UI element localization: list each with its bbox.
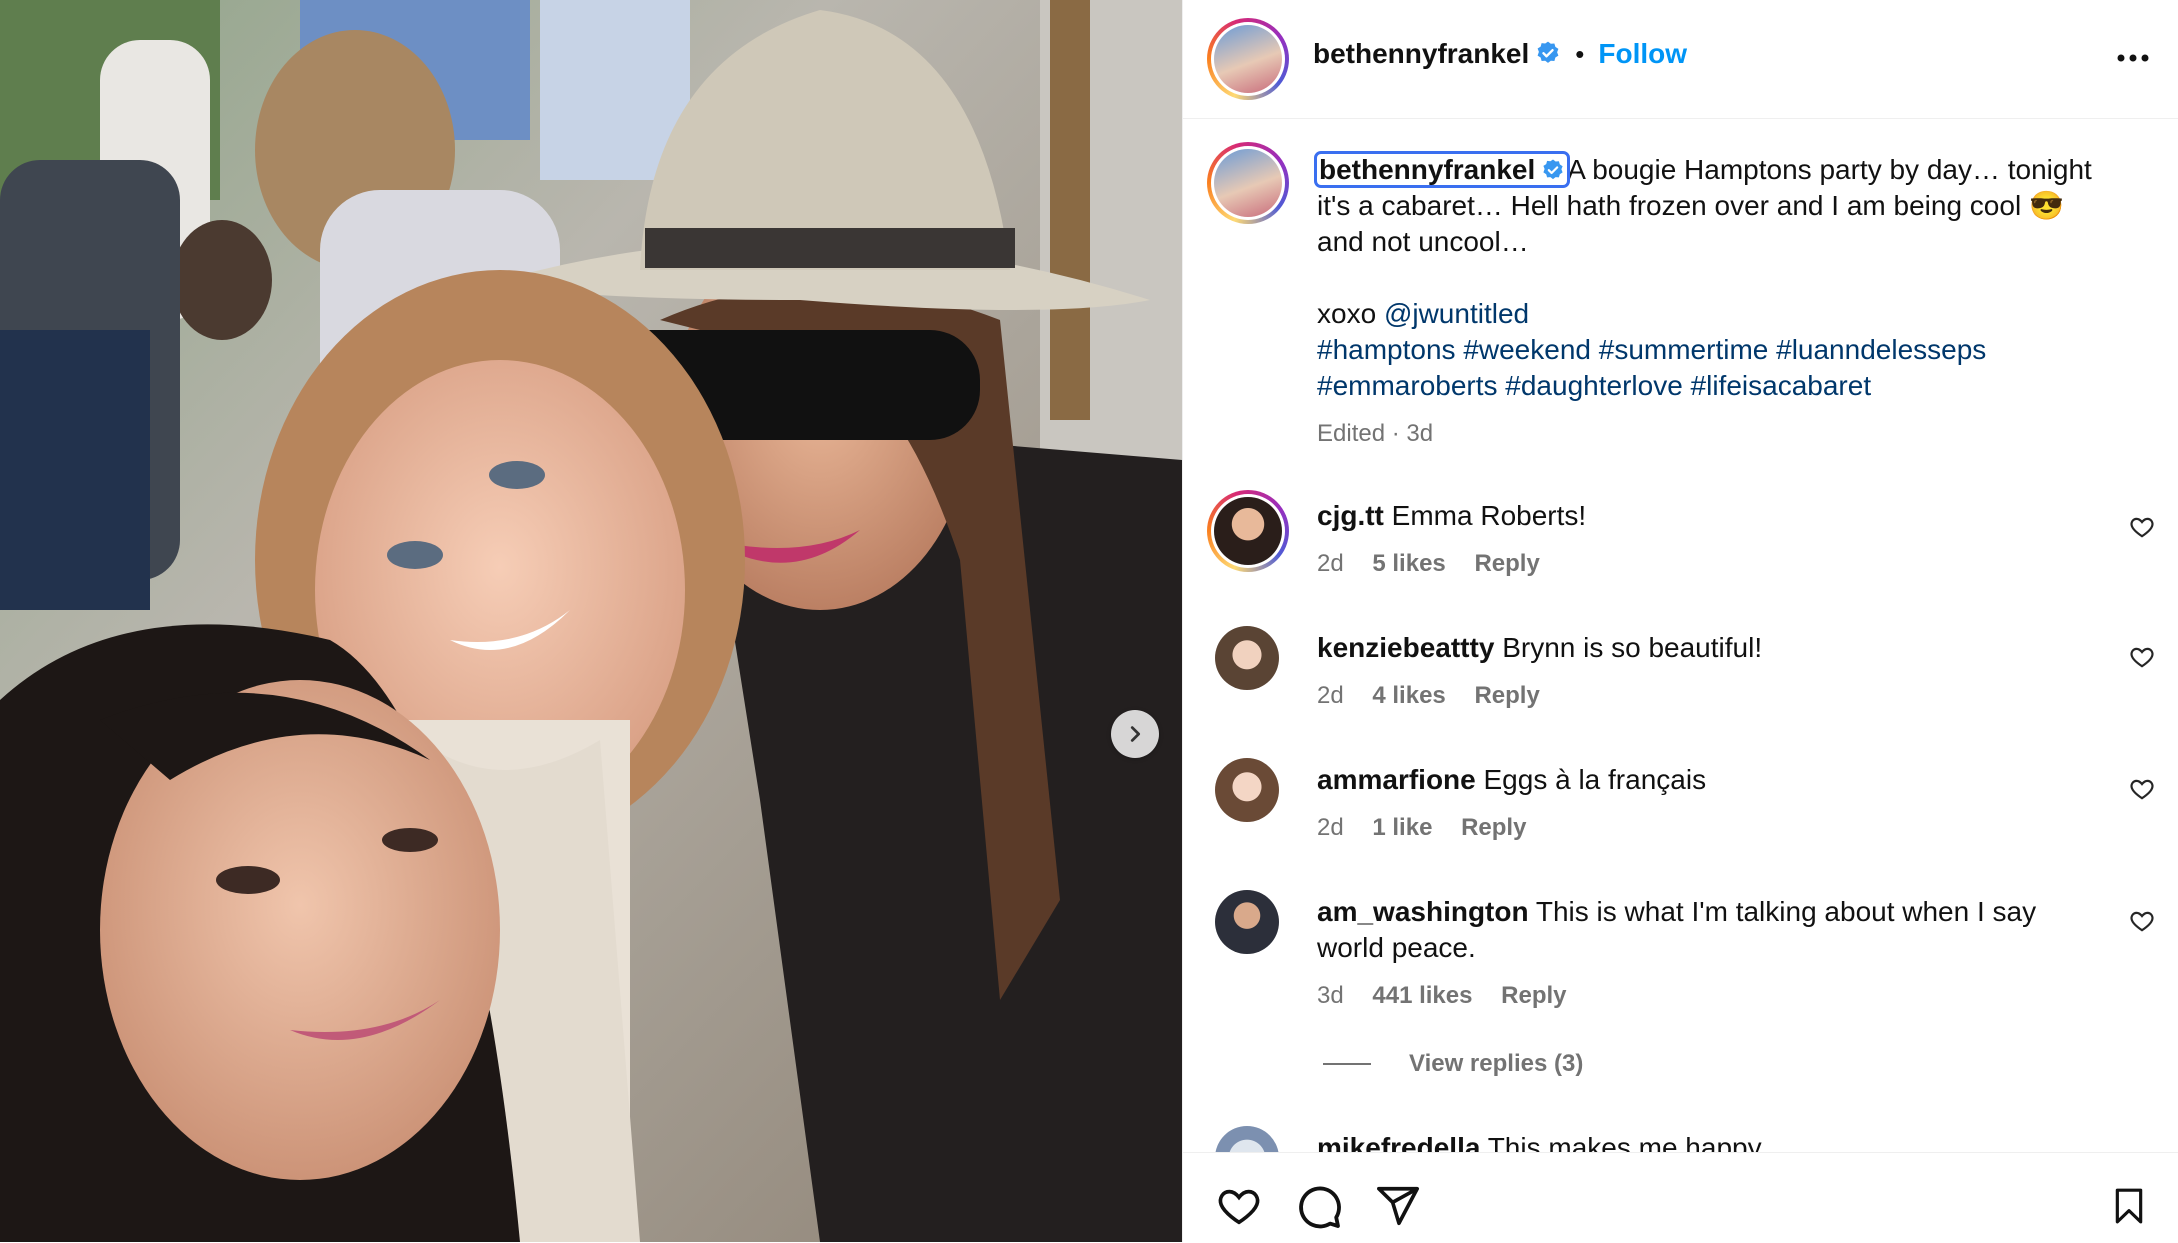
comment-username[interactable]: cjg.tt: [1317, 500, 1384, 531]
commenter-avatar[interactable]: [1215, 890, 1279, 954]
commenter-avatar[interactable]: [1215, 1126, 1279, 1152]
comment-likes[interactable]: 441 likes: [1372, 982, 1472, 1009]
comment-username[interactable]: ammarfione: [1317, 764, 1476, 795]
send-icon[interactable]: [1375, 1183, 1421, 1229]
comment-like-heart-icon[interactable]: [2129, 514, 2155, 540]
comment-username[interactable]: kenziebeattty: [1317, 632, 1494, 663]
chevron-right-icon: [1130, 726, 1141, 742]
post-action-bar: [1183, 1152, 2178, 1243]
carousel-next-button[interactable]: [1111, 710, 1159, 758]
replies-divider: [1323, 1063, 1371, 1065]
comment-age: 3d: [1317, 982, 1344, 1009]
comment-item: mikefredella This makes me happy: [1183, 1126, 2178, 1152]
comment-likes[interactable]: 5 likes: [1372, 550, 1445, 577]
heart-icon[interactable]: [1215, 1183, 1263, 1229]
post-header: bethennyfrankel • Follow: [1183, 0, 2178, 119]
caption-avatar[interactable]: [1207, 142, 1289, 224]
header-separator: •: [1575, 39, 1585, 69]
comment-username[interactable]: mikefredella: [1317, 1132, 1480, 1152]
verified-badge-icon: [1543, 159, 1563, 180]
comment-reply-button[interactable]: Reply: [1474, 550, 1539, 577]
comment-likes[interactable]: 1 like: [1372, 814, 1432, 841]
comment-icon[interactable]: [1295, 1183, 1343, 1231]
comment-text: Emma Roberts!: [1391, 500, 1587, 531]
view-replies-button[interactable]: View replies (3): [1323, 1050, 1583, 1078]
comment-age: 2d: [1317, 550, 1344, 577]
commenter-avatar[interactable]: [1215, 758, 1279, 822]
comment-reply-button[interactable]: Reply: [1474, 682, 1539, 709]
comment-age: 2d: [1317, 814, 1344, 841]
view-replies-label[interactable]: View replies (3): [1409, 1050, 1583, 1078]
comment-like-heart-icon[interactable]: [2129, 644, 2155, 670]
bookmark-icon[interactable]: [2109, 1183, 2149, 1229]
more-options-button[interactable]: [2115, 46, 2151, 75]
comment-username[interactable]: am_washington: [1317, 896, 1529, 927]
post-photo[interactable]: [0, 0, 1182, 1242]
caption-meta: Edited · 3d: [1317, 420, 1434, 447]
comment-like-heart-icon[interactable]: [2129, 908, 2155, 934]
comment-reply-button[interactable]: Reply: [1501, 982, 1566, 1009]
mention-link[interactable]: @jwuntitled: [1384, 298, 1529, 329]
verified-badge-icon: [1537, 41, 1559, 63]
caption-xoxo: xoxo: [1317, 298, 1384, 329]
comment-likes[interactable]: 4 likes: [1372, 682, 1445, 709]
hashtags-line-2[interactable]: #emmaroberts #daughterlove #lifeisacabar…: [1317, 368, 2107, 404]
comment-text: Brynn is so beautiful!: [1502, 632, 1763, 663]
more-horizontal-icon: [2117, 54, 2149, 62]
follow-button[interactable]: Follow: [1598, 38, 1687, 69]
comment-text: Eggs à la français: [1483, 764, 1707, 795]
post-image: [0, 0, 1182, 1242]
caption-username-link[interactable]: bethennyfrankel: [1313, 151, 1571, 188]
caption-username[interactable]: bethennyfrankel: [1319, 154, 1535, 185]
hashtags-line-1[interactable]: #hamptons #weekend #summertime #luanndel…: [1317, 332, 2107, 368]
comment-like-heart-icon[interactable]: [2129, 776, 2155, 802]
comment-age: 2d: [1317, 682, 1344, 709]
author-username[interactable]: bethennyfrankel: [1313, 38, 1529, 69]
author-avatar[interactable]: [1207, 18, 1289, 100]
comment-text: This makes me happy: [1487, 1132, 1762, 1152]
comment-reply-button[interactable]: Reply: [1461, 814, 1526, 841]
post-side-panel: bethennyfrankel • Follow bethennyfrankel A …: [1182, 0, 2178, 1243]
commenter-avatar[interactable]: [1215, 626, 1279, 690]
commenter-avatar[interactable]: [1207, 490, 1289, 572]
